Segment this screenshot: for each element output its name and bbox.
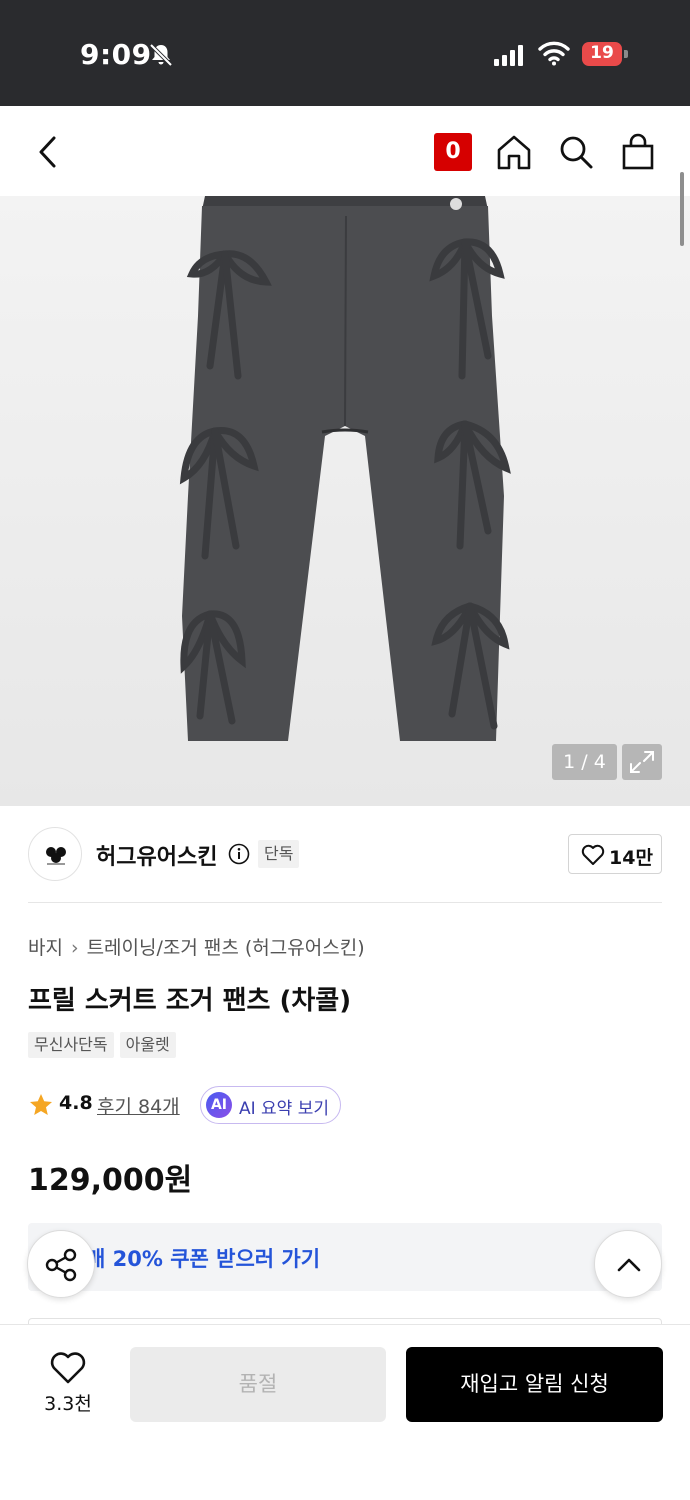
battery-indicator: 19 <box>582 42 628 66</box>
reviews-link[interactable]: 후기 84개 <box>97 1092 180 1119</box>
breadcrumb-subcategory[interactable]: 트레이닝/조거 팬츠 (허그유어스킨) <box>87 937 365 959</box>
wish-count: 3.3천 <box>44 1393 92 1415</box>
breadcrumb-category[interactable]: 바지 <box>28 937 63 959</box>
chevron-up-icon <box>617 1258 641 1272</box>
ai-icon: AI <box>206 1092 232 1118</box>
ai-summary-button[interactable]: AI AI 요약 보기 <box>200 1086 341 1124</box>
chevron-right-icon: › <box>70 937 79 959</box>
brand-logo-icon <box>46 847 66 865</box>
top-nav: 0 <box>0 106 690 196</box>
expand-icon <box>630 751 654 773</box>
status-bar: 9:09 19 <box>0 0 690 106</box>
share-icon <box>45 1248 77 1282</box>
heart-icon[interactable] <box>50 1351 86 1385</box>
coupon-banner[interactable]: 매 20% 쿠폰 받으러 가기 <box>28 1223 662 1291</box>
brand-like-button[interactable]: 14만 <box>568 834 662 874</box>
shopping-bag-icon[interactable] <box>618 132 658 172</box>
heart-icon <box>581 844 605 865</box>
star-icon <box>30 1094 52 1115</box>
search-icon[interactable] <box>556 132 596 172</box>
product-tags: 무신사단독 아울렛 <box>28 1032 176 1058</box>
bell-off-icon <box>149 43 173 67</box>
recent-count-badge[interactable]: 0 <box>434 133 472 171</box>
expand-button[interactable] <box>622 744 662 780</box>
rating-value: 4.8 <box>59 1092 93 1114</box>
brand-like-count: 14만 <box>609 847 653 869</box>
product-image-gallery[interactable]: 1 / 4 <box>0 196 690 806</box>
ai-summary-label: AI 요약 보기 <box>239 1099 330 1119</box>
bottom-action-bar: 3.3천 품절 재입고 알림 신청 <box>0 1324 690 1500</box>
coupon-text: 매 20% 쿠폰 받으러 가기 <box>86 1247 321 1271</box>
product-title: 프릴 스커트 조거 팬츠 (차콜) <box>28 986 352 1016</box>
info-icon[interactable] <box>228 843 250 865</box>
brand-name[interactable]: 허그유어스킨 <box>96 839 217 871</box>
divider <box>28 902 662 903</box>
share-button[interactable] <box>27 1230 95 1298</box>
scroll-indicator <box>680 172 684 246</box>
breadcrumb: 바지 › 트레이닝/조거 팬츠 (허그유어스킨) <box>28 933 365 960</box>
brand-logo[interactable] <box>28 827 82 881</box>
home-icon[interactable] <box>494 132 534 172</box>
tag-outlet: 아울렛 <box>119 1032 176 1058</box>
exclusive-badge: 단독 <box>258 840 300 868</box>
signal-icon <box>494 45 523 66</box>
product-image <box>179 196 511 741</box>
image-pager: 1 / 4 <box>552 744 617 780</box>
restock-alert-button[interactable]: 재입고 알림 신청 <box>406 1347 663 1422</box>
wifi-icon <box>538 41 570 66</box>
soldout-button[interactable]: 품절 <box>130 1347 386 1422</box>
battery-level: 19 <box>590 43 614 63</box>
price: 129,000원 <box>28 1163 193 1198</box>
scroll-top-button[interactable] <box>594 1230 662 1298</box>
tag-exclusive: 무신사단독 <box>28 1032 114 1058</box>
status-time: 9:09 <box>80 38 152 71</box>
back-icon[interactable] <box>30 132 66 172</box>
